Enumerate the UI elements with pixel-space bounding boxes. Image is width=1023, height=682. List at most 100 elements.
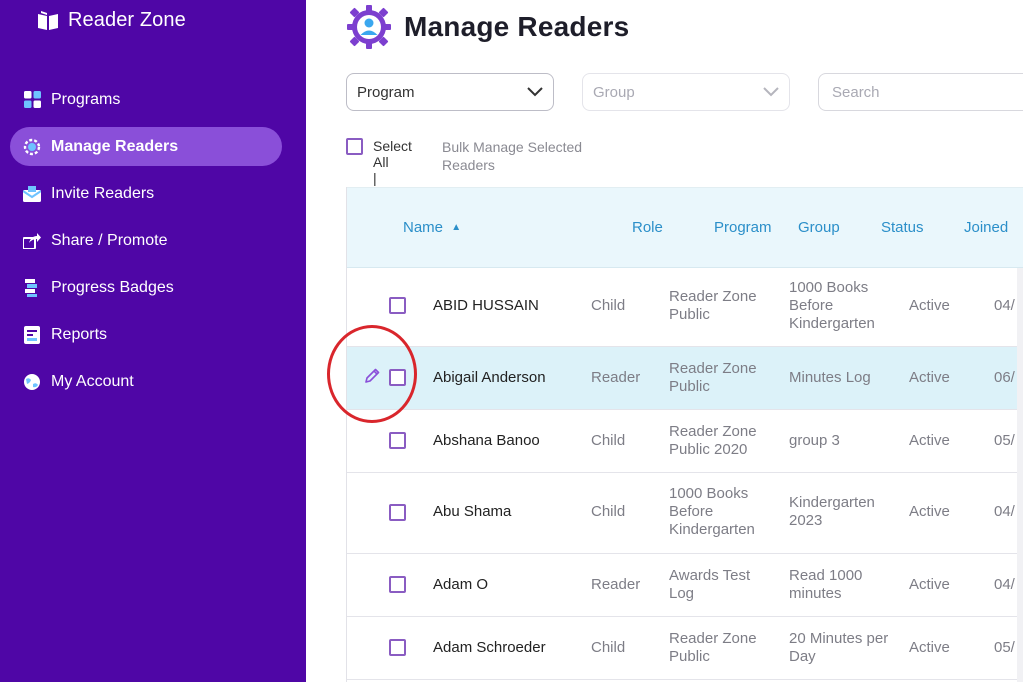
- search-placeholder: Search: [832, 83, 880, 101]
- select-all-label[interactable]: Select All |: [373, 138, 412, 186]
- reader-joined: 04/: [994, 576, 1015, 593]
- row-checkbox[interactable]: [389, 432, 406, 449]
- column-header-program[interactable]: Program: [714, 219, 772, 236]
- sidebar-item-invite-readers[interactable]: Invite Readers: [10, 174, 282, 213]
- program-select[interactable]: Program: [346, 73, 554, 111]
- row-checkbox[interactable]: [389, 369, 406, 386]
- reader-name: Abshana Banoo: [433, 432, 540, 449]
- table-row[interactable]: ABID HUSSAIN Child Reader Zone Public 10…: [347, 268, 1023, 347]
- group-select-value: Group: [593, 83, 635, 101]
- reader-group: group 3: [789, 432, 840, 449]
- sidebar: Reader Zone Programs Manage Readers Invi…: [0, 0, 306, 682]
- bulk-manage-link[interactable]: Bulk Manage Selected Readers: [442, 138, 622, 174]
- row-checkbox[interactable]: [389, 297, 406, 314]
- reader-group: Kindergarten 2023: [789, 494, 875, 529]
- reader-program: Reader Zone Public: [669, 630, 757, 665]
- reader-joined: 05/: [994, 432, 1015, 449]
- column-header-joined[interactable]: Joined: [964, 219, 1008, 236]
- table-row[interactable]: Abigail Anderson Reader Reader Zone Publ…: [347, 347, 1023, 410]
- chevron-down-icon: [763, 87, 779, 97]
- reader-role: Reader: [591, 369, 641, 386]
- table-row[interactable]: Adam Schroeder Child Reader Zone Public …: [347, 617, 1023, 680]
- table-scrollbar[interactable]: [1017, 268, 1023, 682]
- reader-group: 1000 Books Before Kindergarten: [789, 279, 875, 332]
- reader-program: Reader Zone Public: [669, 360, 757, 395]
- sidebar-nav: Programs Manage Readers Invite Readers S…: [10, 80, 282, 409]
- table-row[interactable]: Abu Shama Child 1000 Books Before Kinder…: [347, 473, 1023, 554]
- group-select[interactable]: Group: [582, 73, 790, 111]
- sidebar-item-label: Reports: [51, 325, 108, 343]
- reader-name: Abigail Anderson: [433, 369, 546, 386]
- sort-asc-icon: ▲: [451, 222, 462, 233]
- reader-joined: 04/: [994, 297, 1015, 314]
- sidebar-item-progress-badges[interactable]: Progress Badges: [10, 268, 282, 307]
- row-checkbox[interactable]: [389, 576, 406, 593]
- column-header-group[interactable]: Group: [798, 219, 840, 236]
- reader-name: Adam Schroeder: [433, 639, 546, 656]
- sidebar-item-label: Share / Promote: [51, 231, 168, 249]
- reader-status: Active: [909, 369, 950, 386]
- main-content: Manage Readers Program Group Search Sele…: [306, 0, 1023, 682]
- column-header-status[interactable]: Status: [881, 219, 924, 236]
- sidebar-item-label: Invite Readers: [51, 184, 155, 202]
- badge-icon: [23, 278, 41, 297]
- pencil-edit-icon[interactable]: [363, 367, 381, 385]
- report-icon: [23, 325, 41, 344]
- reader-role: Child: [591, 432, 626, 449]
- share-icon: [23, 232, 41, 250]
- reader-program: 1000 Books Before Kindergarten: [669, 485, 755, 538]
- page-header: Manage Readers: [346, 4, 629, 50]
- reader-joined: 04/: [994, 503, 1015, 520]
- table-row[interactable]: Adam O Reader Awards Test Log Read 1000 …: [347, 554, 1023, 617]
- reader-name: ABID HUSSAIN: [433, 297, 539, 314]
- brand-title: Reader Zone: [68, 9, 186, 31]
- row-checkbox[interactable]: [389, 639, 406, 656]
- readers-table: Name ▲ Role Program Group Status Joined …: [346, 187, 1023, 682]
- grid-icon: [23, 91, 41, 109]
- reader-program: Awards Test Log: [669, 567, 751, 602]
- reader-role: Reader: [591, 576, 641, 593]
- select-all-cursor: |: [373, 170, 377, 186]
- column-header-name-text: Name: [403, 219, 444, 236]
- sidebar-item-reports[interactable]: Reports: [10, 315, 282, 354]
- select-all-text: Select All: [373, 138, 412, 170]
- row-checkbox[interactable]: [389, 504, 406, 521]
- reader-status: Active: [909, 297, 950, 314]
- reader-role: Child: [591, 639, 626, 656]
- reader-name: Adam O: [433, 576, 489, 593]
- column-header-name[interactable]: Name ▲: [403, 219, 461, 236]
- sidebar-item-label: My Account: [51, 372, 134, 390]
- program-select-value: Program: [357, 83, 415, 101]
- search-input[interactable]: Search: [818, 73, 1023, 111]
- book-icon: [38, 10, 58, 30]
- sidebar-item-label: Programs: [51, 90, 121, 108]
- reader-role: Child: [591, 503, 626, 520]
- reader-name: Abu Shama: [433, 503, 512, 520]
- reader-status: Active: [909, 639, 950, 656]
- reader-group: Read 1000 minutes: [789, 567, 863, 602]
- sidebar-item-label: Progress Badges: [51, 278, 174, 296]
- reader-role: Child: [591, 297, 626, 314]
- select-all-checkbox[interactable]: [346, 138, 363, 155]
- sidebar-item-programs[interactable]: Programs: [10, 80, 282, 119]
- globe-icon: [23, 373, 41, 391]
- gear-user-icon: [23, 138, 41, 156]
- reader-joined: 06/: [994, 369, 1015, 386]
- column-header-role[interactable]: Role: [632, 219, 663, 236]
- chevron-down-icon: [527, 87, 543, 97]
- sidebar-item-my-account[interactable]: My Account: [10, 362, 282, 401]
- sidebar-item-manage-readers[interactable]: Manage Readers: [10, 127, 282, 166]
- envelope-icon: [23, 185, 41, 203]
- page-title: Manage Readers: [404, 11, 630, 42]
- reader-group: Minutes Log: [789, 369, 871, 386]
- reader-status: Active: [909, 432, 950, 449]
- manage-readers-icon: [347, 5, 391, 49]
- reader-program: Reader Zone Public 2020: [669, 423, 757, 458]
- reader-status: Active: [909, 503, 950, 520]
- brand[interactable]: Reader Zone: [36, 9, 186, 32]
- sidebar-item-share-promote[interactable]: Share / Promote: [10, 221, 282, 260]
- reader-program: Reader Zone Public: [669, 288, 757, 323]
- reader-status: Active: [909, 576, 950, 593]
- table-row[interactable]: Abshana Banoo Child Reader Zone Public 2…: [347, 410, 1023, 473]
- reader-group: 20 Minutes per Day: [789, 630, 889, 665]
